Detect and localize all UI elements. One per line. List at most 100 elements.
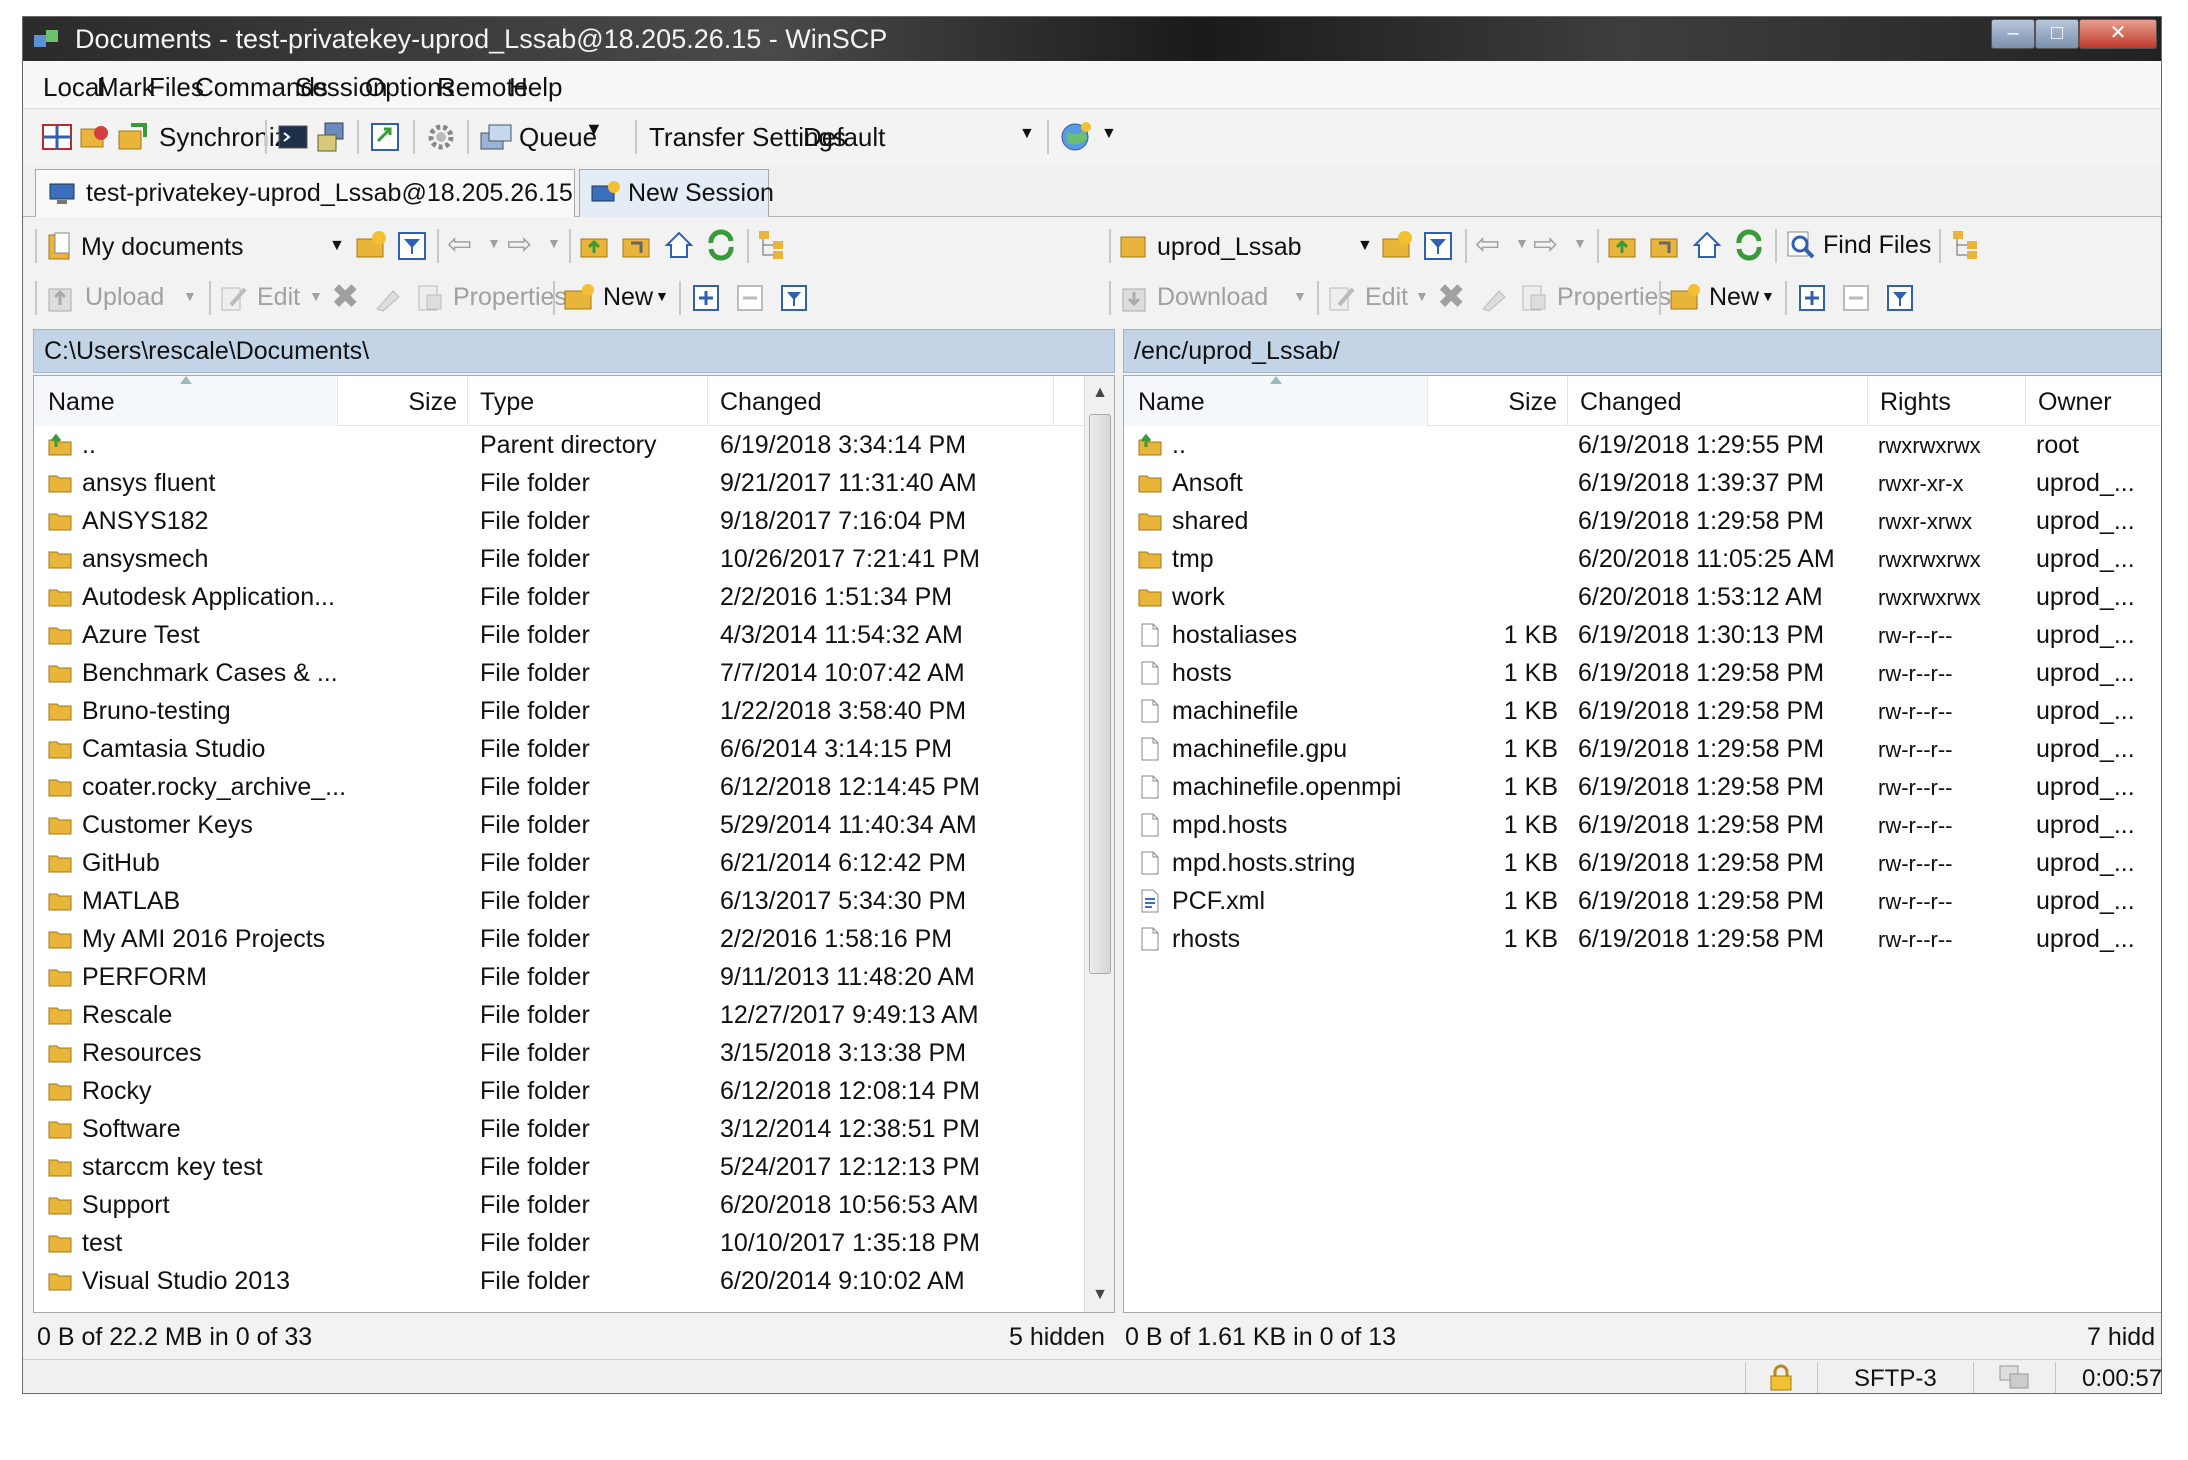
local-file-row[interactable]: Rescale File folder 12/27/2017 9:49:13 AM [34, 996, 1114, 1034]
rename-icon[interactable] [1479, 283, 1509, 313]
local-file-row[interactable]: MATLAB File folder 6/13/2017 5:34:30 PM [34, 882, 1114, 920]
delete-x-icon[interactable]: ✖ [1437, 277, 1466, 317]
column-changed[interactable]: Changed [708, 376, 1054, 426]
remote-file-row[interactable]: hostaliases 1 KB 6/19/2018 1:30:13 PM rw-r-… [1124, 616, 2161, 654]
refresh-icon[interactable] [705, 229, 737, 261]
forward-dropdown-arrow-icon[interactable]: ▼ [1573, 235, 1587, 251]
local-file-list[interactable]: Name Size Type Changed .. Parent director… [33, 375, 1115, 1313]
new-dropdown-arrow-icon[interactable]: ▼ [1761, 288, 1775, 304]
new-button[interactable]: New [1709, 283, 1759, 312]
local-path-bar[interactable]: C:\Users\rescale\Documents\ [33, 329, 1115, 373]
select-all-plus-icon[interactable] [691, 283, 721, 313]
local-file-row[interactable]: Camtasia Studio File folder 6/6/2014 3:14:… [34, 730, 1114, 768]
scroll-up-arrow-icon[interactable]: ▲ [1085, 376, 1114, 410]
new-dropdown-arrow-icon[interactable]: ▼ [655, 288, 669, 304]
tab-new-session[interactable]: New Session [579, 169, 774, 217]
remote-file-row[interactable]: work 6/20/2018 1:53:12 AM rwxrwxrwx uprod_.… [1124, 578, 2161, 616]
column-rights[interactable]: Rights [1868, 376, 2026, 426]
maximize-button[interactable]: □ [2035, 19, 2079, 49]
tree-view-icon[interactable] [757, 229, 791, 261]
menu-mark[interactable]: Mark [97, 72, 155, 103]
transfer-settings-select[interactable]: Default [803, 122, 885, 153]
refresh-icon[interactable] [1733, 229, 1765, 261]
transfer-settings-dropdown-arrow-icon[interactable]: ▼ [1019, 125, 1035, 143]
forward-icon[interactable]: ⇨ [507, 227, 532, 262]
column-size[interactable]: Size [338, 376, 468, 426]
upload-dropdown-arrow-icon[interactable]: ▼ [183, 288, 197, 304]
download-dropdown-arrow-icon[interactable]: ▼ [1293, 288, 1307, 304]
edit-dropdown-arrow-icon[interactable]: ▼ [1415, 288, 1429, 304]
local-file-row[interactable]: Rocky File folder 6/12/2018 12:08:14 PM [34, 1072, 1114, 1110]
back-dropdown-arrow-icon[interactable]: ▼ [1515, 235, 1529, 251]
remote-file-list[interactable]: Name Size Changed Rights Owner .. 6/19/20… [1123, 375, 2161, 1313]
scroll-down-arrow-icon[interactable]: ▼ [1085, 1278, 1114, 1312]
local-file-row[interactable]: Support File folder 6/20/2018 10:56:53 AM [34, 1186, 1114, 1224]
properties-icon[interactable] [1519, 283, 1549, 313]
local-file-row[interactable]: Bruno-testing File folder 1/22/2018 3:58:4… [34, 692, 1114, 730]
local-file-row[interactable]: ANSYS182 File folder 9/18/2017 7:16:04 PM [34, 502, 1114, 540]
local-file-row[interactable]: ansys fluent File folder 9/21/2017 11:31:4… [34, 464, 1114, 502]
local-file-row[interactable]: test File folder 10/10/2017 1:35:18 PM [34, 1224, 1114, 1262]
back-icon[interactable]: ⇦ [1475, 227, 1500, 262]
remote-file-row[interactable]: mpd.hosts.string 1 KB 6/19/2018 1:29:58 PM… [1124, 844, 2161, 882]
new-button[interactable]: New [603, 283, 653, 312]
find-files-magnifier-icon[interactable] [1785, 229, 1817, 261]
local-file-row[interactable]: GitHub File folder 6/21/2014 6:12:42 PM [34, 844, 1114, 882]
properties-button[interactable]: Properties [1557, 283, 1671, 312]
edit-dropdown-arrow-icon[interactable]: ▼ [309, 288, 323, 304]
local-file-row[interactable]: My AMI 2016 Projects File folder 2/2/2016 … [34, 920, 1114, 958]
remote-file-row[interactable]: PCF.xml 1 KB 6/19/2018 1:29:58 PM rw-r--r--… [1124, 882, 2161, 920]
tab-session[interactable]: test-privatekey-uprod_Lssab@18.205.26.15 [35, 169, 575, 217]
remote-file-row[interactable]: machinefile.gpu 1 KB 6/19/2018 1:29:58 PM r… [1124, 730, 2161, 768]
remote-file-row[interactable]: .. 6/19/2018 1:29:55 PM rwxrwxrwx root [1124, 426, 2161, 464]
new-folder-icon[interactable] [563, 281, 597, 313]
local-file-row[interactable]: PERFORM File folder 9/11/2013 11:48:20 AM [34, 958, 1114, 996]
delete-x-icon[interactable]: ✖ [331, 277, 360, 317]
remote-file-row[interactable]: tmp 6/20/2018 11:05:25 AM rwxrwxrwx uprod_.… [1124, 540, 2161, 578]
close-button[interactable]: ✕ [2079, 19, 2157, 49]
remote-location-dropdown-arrow-icon[interactable]: ▼ [1357, 237, 1373, 255]
remote-file-row[interactable]: Ansoft 6/19/2018 1:39:37 PM rwxr-xr-x uprod… [1124, 464, 2161, 502]
open-directory-icon[interactable] [1381, 229, 1415, 261]
rename-icon[interactable] [373, 283, 403, 313]
transfer-icon[interactable] [369, 121, 401, 153]
properties-icon[interactable] [415, 283, 445, 313]
edit-pencil-icon[interactable] [1327, 283, 1357, 313]
column-type[interactable]: Type [468, 376, 708, 426]
queue-icon[interactable] [479, 121, 513, 153]
remote-file-row[interactable]: rhosts 1 KB 6/19/2018 1:29:58 PM rw-r--r-- u… [1124, 920, 2161, 958]
local-file-row[interactable]: Azure Test File folder 4/3/2014 11:54:32 A… [34, 616, 1114, 654]
local-file-row[interactable]: starccm key test File folder 5/24/2017 12:… [34, 1148, 1114, 1186]
local-file-row[interactable]: coater.rocky_archive_... File folder 6/12/… [34, 768, 1114, 806]
select-all-plus-icon[interactable] [1797, 283, 1827, 313]
local-file-row[interactable]: Customer Keys File folder 5/29/2014 11:40:… [34, 806, 1114, 844]
filter-select-icon[interactable] [1885, 283, 1915, 313]
local-file-row[interactable]: Autodesk Application... File folder 2/2/20… [34, 578, 1114, 616]
column-name[interactable]: Name [1124, 376, 1428, 426]
queue-dropdown-arrow-icon[interactable]: ▼ [585, 119, 603, 140]
putty-icon[interactable] [315, 121, 347, 153]
keep-up-to-date-icon[interactable] [79, 121, 111, 153]
download-button[interactable]: Download [1157, 283, 1268, 312]
root-directory-icon[interactable] [621, 231, 653, 261]
local-file-row[interactable]: Visual Studio 2013 File folder 6/20/2014 9… [34, 1262, 1114, 1300]
minimize-button[interactable]: – [1991, 19, 2035, 49]
remote-path-bar[interactable]: /enc/uprod_Lssab/ [1123, 329, 2161, 373]
edit-pencil-icon[interactable] [219, 283, 249, 313]
home-directory-icon[interactable] [1691, 229, 1723, 261]
local-file-row[interactable]: Resources File folder 3/15/2018 3:13:38 PM [34, 1034, 1114, 1072]
local-location-dropdown-arrow-icon[interactable]: ▼ [329, 237, 345, 255]
back-icon[interactable]: ⇦ [447, 227, 472, 262]
tree-view-icon[interactable] [1951, 229, 1985, 261]
menu-help[interactable]: Help [509, 72, 562, 103]
edit-button[interactable]: Edit [1365, 283, 1408, 312]
remote-file-row[interactable]: machinefile.openmpi 1 KB 6/19/2018 1:29:58… [1124, 768, 2161, 806]
download-icon[interactable] [1119, 283, 1149, 313]
root-directory-icon[interactable] [1649, 231, 1681, 261]
parent-directory-icon[interactable] [579, 231, 611, 261]
menu-local[interactable]: Local [43, 72, 105, 103]
new-folder-icon[interactable] [1669, 281, 1703, 313]
edit-button[interactable]: Edit [257, 283, 300, 312]
properties-button[interactable]: Properties [453, 283, 567, 312]
local-file-row[interactable]: Software File folder 3/12/2014 12:38:51 PM [34, 1110, 1114, 1148]
